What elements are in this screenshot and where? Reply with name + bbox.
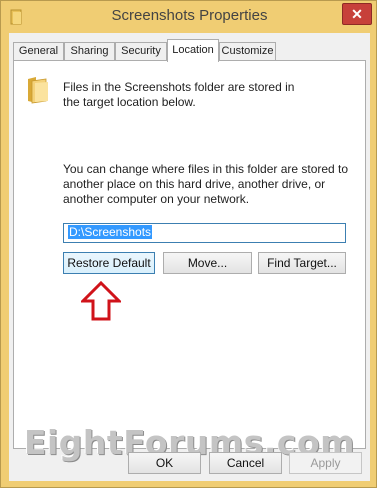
dialog-client: General Sharing Security Location Custom… <box>9 33 370 481</box>
ok-button[interactable]: OK <box>128 452 201 474</box>
location-panel: Files in the Screenshots folder are stor… <box>13 60 366 449</box>
tab-security[interactable]: Security <box>115 42 167 60</box>
tab-sharing[interactable]: Sharing <box>64 42 115 60</box>
close-button[interactable]: ✕ <box>342 3 372 25</box>
location-path-input[interactable]: D:\Screenshots <box>63 223 346 243</box>
tab-customize[interactable]: Customize <box>219 42 276 60</box>
properties-window: Screenshots Properties ✕ General Sharing… <box>0 0 377 488</box>
move-button[interactable]: Move... <box>163 252 252 274</box>
find-target-button[interactable]: Find Target... <box>258 252 346 274</box>
location-info-text: Files in the Screenshots folder are stor… <box>63 80 295 109</box>
title-bar[interactable]: Screenshots Properties ✕ <box>1 1 377 35</box>
folder-icon <box>28 77 48 104</box>
tab-general[interactable]: General <box>13 42 64 60</box>
apply-button[interactable]: Apply <box>289 452 362 474</box>
window-title: Screenshots Properties <box>111 7 268 24</box>
restore-default-button[interactable]: Restore Default <box>63 252 155 274</box>
location-description: You can change where files in this folde… <box>63 162 349 206</box>
close-icon: ✕ <box>351 6 363 22</box>
location-path-value: D:\Screenshots <box>68 225 153 239</box>
cancel-button[interactable]: Cancel <box>209 452 282 474</box>
tab-strip: General Sharing Security Location Custom… <box>9 39 370 62</box>
tab-location[interactable]: Location <box>167 39 219 62</box>
arrow-up-icon <box>81 281 121 321</box>
